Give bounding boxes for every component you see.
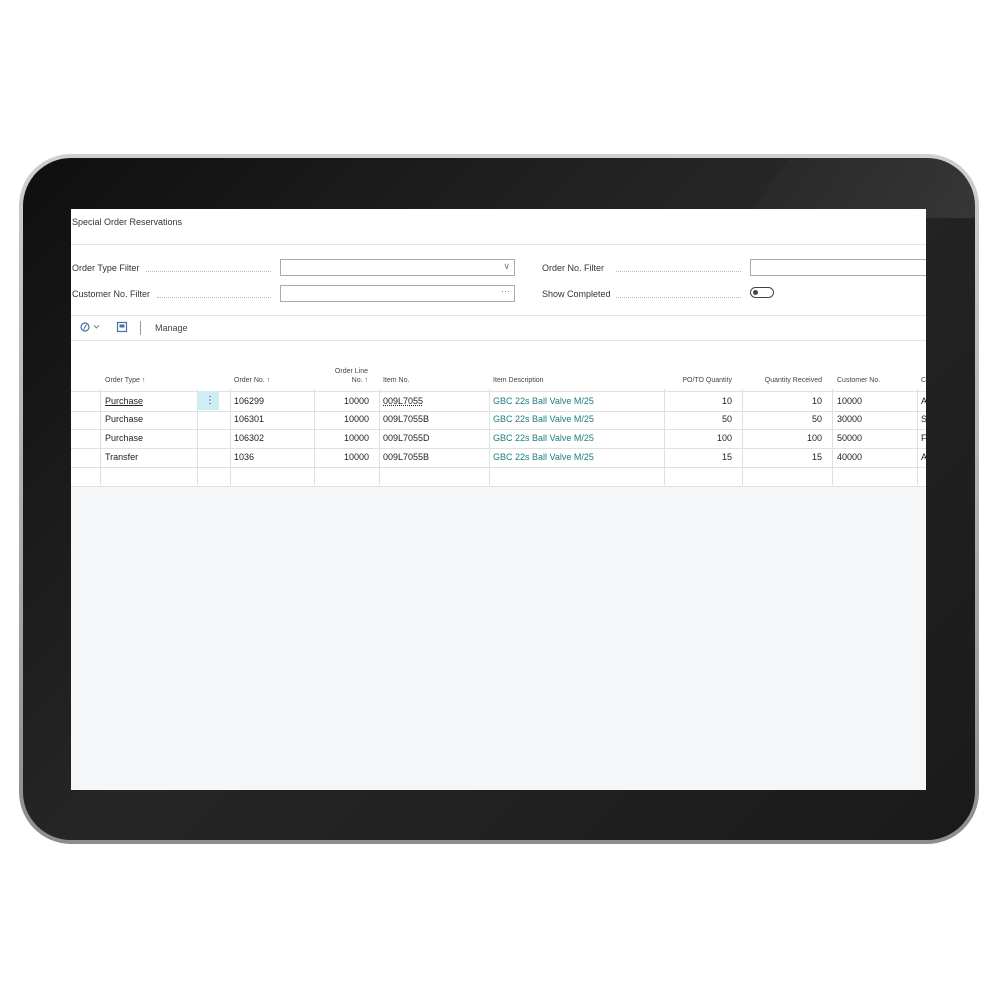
col-header-customer-no[interactable]: Customer No. — [837, 377, 880, 384]
action-bar: Manage — [71, 316, 926, 341]
cell-next: A — [921, 396, 926, 406]
col-header-item-no[interactable]: Item No. — [383, 377, 409, 384]
show-completed-toggle[interactable] — [750, 287, 774, 298]
order-no-filter-input[interactable] — [750, 259, 926, 276]
cell-order-line-no: 10000 — [343, 396, 369, 406]
customer-no-filter-label: Customer No. Filter — [72, 289, 151, 299]
grid-divider — [379, 389, 380, 485]
app-screen: Special Order Reservations Order Type Fi… — [71, 209, 926, 790]
order-type-filter-label: Order Type Filter — [72, 263, 140, 273]
cell-order-no: 106301 — [234, 414, 265, 424]
grid-divider — [197, 389, 198, 485]
leader-dots — [157, 297, 271, 298]
col-header-next[interactable]: C — [921, 377, 926, 384]
table-row[interactable]: Purchase 106302 10000 009L7055D GBC 22s Ball… — [71, 429, 926, 449]
leader-dots — [146, 271, 271, 272]
col-header-order-line-no-line1[interactable]: Order Line — [318, 368, 368, 375]
show-completed-label: Show Completed — [542, 289, 611, 299]
order-no-filter-label: Order No. Filter — [542, 263, 605, 273]
open-in-excel-icon[interactable] — [116, 321, 128, 335]
filter-pane-icon[interactable] — [80, 321, 102, 335]
cell-quantity-received: 15 — [811, 452, 822, 462]
cell-po-to-quantity: 50 — [721, 414, 732, 424]
lookup-ellipsis-icon[interactable]: ··· — [501, 286, 510, 296]
col-header-po-to-quantity[interactable]: PO/TO Quantity — [661, 377, 732, 384]
grid-divider — [917, 389, 918, 485]
cell-customer-no: 30000 — [837, 414, 863, 424]
grid-divider — [664, 389, 665, 485]
cell-next: F — [921, 433, 926, 443]
cell-order-type[interactable]: Transfer — [105, 448, 195, 467]
grid-divider — [489, 389, 490, 485]
col-header-order-line-no-line2[interactable]: No. ↑ — [318, 377, 368, 384]
col-header-quantity-received[interactable]: Quantity Received — [741, 377, 822, 384]
grid-divider — [230, 389, 231, 485]
table-row[interactable] — [71, 467, 926, 487]
cell-order-line-no: 10000 — [343, 433, 369, 443]
customer-no-filter-input[interactable]: ··· — [280, 285, 515, 302]
cell-po-to-quantity: 100 — [716, 433, 732, 443]
cell-order-type[interactable]: Purchase — [105, 392, 195, 411]
manage-menu-button[interactable]: Manage — [155, 323, 188, 333]
order-type-filter-select[interactable]: ∨ — [280, 259, 515, 276]
grid-divider — [314, 389, 315, 485]
cell-order-no: 106302 — [234, 433, 265, 443]
cell-quantity-received: 100 — [806, 433, 822, 443]
cell-order-line-no: 10000 — [343, 414, 369, 424]
cell-item-description[interactable]: GBC 22s Ball Valve M/25 — [493, 410, 661, 429]
cell-quantity-received: 10 — [811, 396, 822, 406]
grid-divider — [742, 389, 743, 485]
col-header-order-type[interactable]: Order Type ↑ — [105, 377, 145, 384]
toggle-knob — [752, 289, 758, 295]
cell-item-description[interactable]: GBC 22s Ball Valve M/25 — [493, 429, 661, 448]
chevron-down-icon: ∨ — [503, 261, 510, 271]
cell-item-no: 009L7055 — [383, 396, 424, 406]
cell-next: A — [921, 452, 926, 462]
cell-po-to-quantity: 15 — [721, 452, 732, 462]
leader-dots — [616, 271, 741, 272]
toolbar-separator — [140, 321, 141, 335]
cell-order-no: 106299 — [234, 396, 265, 406]
col-header-order-no[interactable]: Order No. ↑ — [234, 377, 270, 384]
cell-item-description[interactable]: GBC 22s Ball Valve M/25 — [493, 448, 661, 467]
cell-quantity-received: 50 — [811, 414, 822, 424]
cell-item-no: 009L7055B — [383, 452, 430, 462]
cell-next: S — [921, 414, 926, 424]
cell-customer-no: 50000 — [837, 433, 863, 443]
page-title: Special Order Reservations — [72, 217, 183, 227]
cell-item-no: 009L7055D — [383, 433, 430, 443]
table-row[interactable]: Transfer 1036 10000 009L7055B GBC 22s Ball V… — [71, 448, 926, 468]
cell-customer-no: 10000 — [837, 396, 863, 406]
table-row[interactable]: Purchase 106301 10000 009L7055B GBC 22s Ball… — [71, 410, 926, 430]
row-actions-icon[interactable]: ⋮ — [205, 391, 215, 410]
col-header-item-description[interactable]: Item Description — [493, 377, 544, 384]
cell-item-no: 009L7055B — [383, 414, 430, 424]
grid-divider — [832, 389, 833, 485]
cell-customer-no: 40000 — [837, 452, 863, 462]
page-header: Special Order Reservations — [71, 209, 926, 245]
cell-order-type[interactable]: Purchase — [105, 410, 195, 429]
cell-order-type[interactable]: Purchase — [105, 429, 195, 448]
filter-panel: Order Type Filter ∨ Customer No. Filter … — [71, 245, 926, 316]
grid-divider — [100, 389, 101, 485]
cell-order-line-no: 10000 — [343, 452, 369, 462]
cell-po-to-quantity: 10 — [721, 396, 732, 406]
cell-item-description[interactable]: GBC 22s Ball Valve M/25 — [493, 392, 661, 411]
cell-order-no: 1036 — [234, 452, 255, 462]
leader-dots — [616, 297, 741, 298]
